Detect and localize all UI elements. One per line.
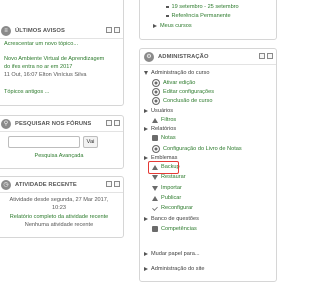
nav-my-courses[interactable]: Meus cursos: [153, 23, 192, 29]
latest-news-title: Últimos Avisos: [15, 27, 65, 34]
grades-icon: [152, 135, 158, 141]
admin-item-enable-edit[interactable]: Ativar edição: [152, 79, 195, 87]
collapsed-arrow-icon: [153, 24, 157, 28]
hide-block-icon[interactable]: [106, 120, 112, 126]
site-admin-label[interactable]: Administração do site: [151, 266, 204, 272]
admin-item-label[interactable]: Editar configurações: [163, 89, 214, 95]
forum-search-input[interactable]: [8, 136, 80, 148]
administration-header: ⚙ Administração: [140, 49, 276, 65]
gear-icon: [152, 97, 160, 105]
nav-my-courses-label[interactable]: Meus cursos: [160, 23, 192, 29]
gear-icon: [152, 88, 160, 96]
admin-item-import[interactable]: Importar: [152, 185, 182, 191]
collapsed-arrow-icon: [144, 156, 148, 160]
reset-icon: [152, 205, 158, 211]
collapsed-arrow-icon: [144, 252, 148, 256]
collapsed-arrow-icon: [144, 127, 148, 131]
admin-item-reports[interactable]: Relatórios: [144, 126, 176, 132]
full-activity-report-link[interactable]: Relatório completo da atividade recente: [0, 214, 118, 220]
admin-item-label[interactable]: Configuração do Livro de Notas: [163, 146, 242, 152]
news-icon: ≡: [1, 25, 11, 36]
hide-block-icon[interactable]: [106, 27, 112, 33]
news-post-meta: 11 Out, 16:07 Elton Vinícius Silva: [4, 72, 87, 78]
restore-icon: [152, 174, 158, 180]
hide-block-icon[interactable]: [259, 53, 265, 59]
import-icon: [152, 185, 158, 191]
no-recent-activity: Nenhuma atividade recente: [24, 222, 94, 228]
admin-item-label[interactable]: Filtros: [161, 117, 176, 123]
dock-block-icon[interactable]: [114, 181, 120, 187]
administration-title: Administração: [158, 53, 209, 60]
admin-item-gradebook-setup[interactable]: Configuração do Livro de Notas: [152, 145, 242, 153]
pencil-icon: [152, 79, 160, 87]
collapsed-arrow-icon: [144, 109, 148, 113]
activity-since-line2: 10:23: [52, 205, 66, 211]
admin-item-grades[interactable]: Notas: [152, 135, 176, 141]
admin-item-label[interactable]: Competências: [161, 226, 197, 232]
admin-item-label[interactable]: Ativar edição: [163, 80, 195, 86]
older-topics-link[interactable]: Tópicos antigos ...: [4, 89, 49, 95]
bullet-icon: [166, 14, 169, 18]
switch-role-label[interactable]: Mudar papel para...: [151, 251, 200, 257]
gear-icon: [152, 145, 160, 153]
admin-item-publish[interactable]: Publicar: [152, 195, 181, 201]
hide-block-icon[interactable]: [106, 181, 112, 187]
admin-item-label[interactable]: Importar: [161, 185, 182, 191]
news-post-title-line2[interactable]: do ifes entra no ar em 2017: [4, 64, 72, 70]
admin-item-label[interactable]: Publicar: [161, 195, 181, 201]
dock-block-icon[interactable]: [114, 27, 120, 33]
admin-item-filters[interactable]: Filtros: [152, 117, 176, 123]
bullet-icon: [166, 5, 169, 9]
activity-since-line1: Atividade desde segunda, 27 Mar 2017,: [9, 197, 109, 203]
admin-item-edit-settings[interactable]: Editar configurações: [152, 88, 214, 96]
course-admin-label[interactable]: Administração do curso: [151, 70, 209, 76]
collapsed-arrow-icon: [144, 217, 148, 221]
admin-item-completion[interactable]: Conclusão de curso: [152, 97, 212, 105]
add-topic-link[interactable]: Acrescentar um novo tópico...: [4, 41, 78, 47]
latest-news-header: ≡ Últimos Avisos: [0, 23, 123, 39]
forum-search-title: Pesquisar nos fóruns: [15, 120, 92, 127]
admin-item-label[interactable]: Relatórios: [151, 126, 176, 132]
switch-role-node[interactable]: Mudar papel para...: [144, 251, 200, 257]
admin-item-label[interactable]: Banco de questões: [151, 216, 199, 222]
admin-item-reset[interactable]: Reconfigurar: [152, 205, 193, 211]
forum-search-header: ⚲ Pesquisar nos fóruns: [0, 116, 123, 132]
expanded-arrow-icon: [144, 71, 148, 75]
course-admin-node[interactable]: Administração do curso: [144, 70, 209, 76]
admin-item-users[interactable]: Usuários: [144, 108, 173, 114]
admin-item-label[interactable]: Notas: [161, 135, 176, 141]
advanced-search-link[interactable]: Pesquisa Avançada: [0, 153, 118, 159]
dock-block-icon[interactable]: [114, 120, 120, 126]
nav-week-label[interactable]: 19 setembro - 25 setembro: [172, 4, 239, 10]
admin-item-label[interactable]: Usuários: [151, 108, 173, 114]
nav-permalink-item[interactable]: Referência Permanente: [166, 13, 231, 19]
filter-icon: [152, 117, 158, 123]
site-admin-node[interactable]: Administração do site: [144, 266, 204, 272]
recent-activity-header: ◷ Atividade recente: [0, 177, 123, 193]
clock-icon: ◷: [1, 179, 11, 190]
admin-item-question-bank[interactable]: Banco de questões: [144, 216, 199, 222]
nav-permalink-label[interactable]: Referência Permanente: [172, 13, 231, 19]
news-post-title-line1[interactable]: Novo Ambiente Virtual de Aprendizagem: [4, 56, 104, 62]
recent-activity-title: Atividade recente: [15, 181, 77, 188]
competency-icon: [152, 226, 158, 232]
settings-icon: ⚙: [144, 51, 154, 62]
backup-highlight: [148, 161, 179, 174]
admin-item-competencies[interactable]: Competências: [152, 226, 197, 232]
collapsed-arrow-icon: [144, 267, 148, 271]
search-icon: ⚲: [1, 118, 11, 129]
publish-icon: [152, 195, 158, 201]
admin-item-label[interactable]: Restaurar: [161, 174, 186, 180]
nav-week-item[interactable]: 19 setembro - 25 setembro: [166, 4, 239, 10]
forum-search-button[interactable]: Vai: [83, 136, 98, 148]
admin-item-label[interactable]: Reconfigurar: [161, 205, 193, 211]
dock-block-icon[interactable]: [267, 53, 273, 59]
admin-item-label[interactable]: Conclusão de curso: [163, 98, 212, 104]
admin-item-restore[interactable]: Restaurar: [152, 174, 186, 180]
